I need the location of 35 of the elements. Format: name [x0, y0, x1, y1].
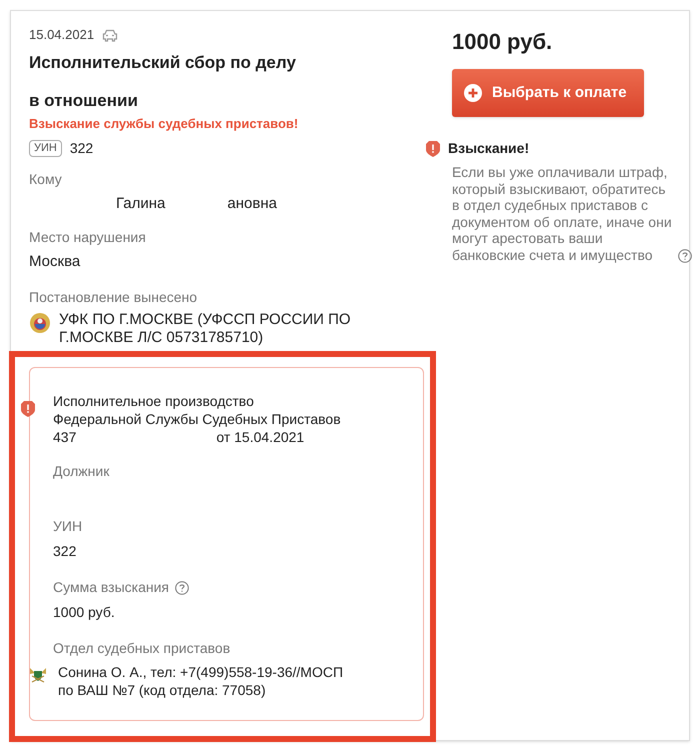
field-value: 322: [53, 542, 78, 561]
shield-icon: [426, 140, 440, 156]
emblem-icon: [29, 312, 51, 334]
field-label: Место нарушения: [29, 228, 147, 247]
name-part: Галина: [116, 194, 166, 212]
issuer-text: УФК ПО Г.МОСКВЕ (УФССП РОССИИ ПО Г.МОСКВЕ Л/С 05731785710): [59, 311, 352, 347]
field-label: Кому: [29, 170, 63, 189]
title-line: Исполнительский сбор по делу: [29, 52, 297, 74]
case-date: от 15.04.2021: [216, 428, 304, 446]
uin-tag: УИН: [29, 140, 62, 156]
pay-button[interactable]: Выбрать к оплате: [452, 69, 644, 117]
department-text: Сонина О. А., тел: +7(499)558-19-36//МОСП по ВАШ №7 (код отдела: 77058): [58, 663, 344, 699]
warning-text: Если вы уже оплачивали штраф, который взыскивают, обратитесь в отдел судебных приставов с документом об оплате, иначе они могут арестовать ваши банковские счета и имущество: [452, 164, 673, 264]
alert-text: Взыскание службы судебных приставов!: [29, 115, 300, 133]
field-label: Должник: [53, 462, 110, 481]
name-part: ановна: [227, 194, 277, 212]
help-icon[interactable]: [175, 580, 189, 594]
title-line: в отношении: [29, 90, 139, 112]
car-icon: [102, 28, 118, 42]
field-label: Отдел судебных приставов: [53, 639, 232, 658]
field-value: Москва: [29, 252, 82, 272]
uin-text: 322: [70, 138, 94, 158]
plus-icon: [464, 84, 482, 102]
date-text: 15.04.2021: [29, 26, 94, 44]
field-label: Постановление вынесено: [29, 288, 198, 307]
title-line: Федеральной Службы Судебных Приставов: [53, 410, 342, 428]
title-line: Исполнительное производство: [53, 392, 255, 410]
field-value: 1000 руб.: [53, 603, 116, 622]
field-label: Сумма взыскания: [53, 578, 169, 597]
help-icon[interactable]: [678, 248, 692, 263]
amount-text: 1000 руб.: [452, 28, 554, 56]
warning-title: Взыскание!: [448, 139, 530, 158]
case-number: 437: [53, 428, 76, 446]
field-label: УИН: [53, 517, 82, 536]
shield-icon: [21, 401, 35, 417]
